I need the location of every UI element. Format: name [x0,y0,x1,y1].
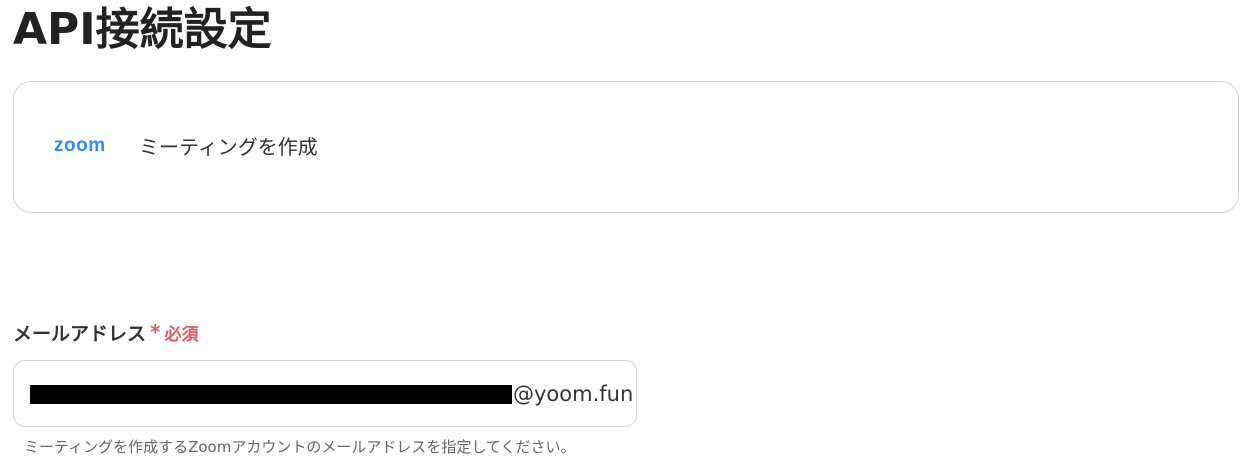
action-label: ミーティングを作成 [139,135,318,159]
page-title: API接続設定 [13,4,272,55]
email-field-value-domain: @yoom.fun [513,382,634,406]
zoom-logo-icon: zoom [54,135,106,156]
email-field-help-text: ミーティングを作成するZoomアカウントのメールアドレスを指定してください。 [24,438,576,456]
action-card: zoom ミーティングを作成 [13,81,1239,213]
redacted-text [30,385,512,404]
email-field[interactable]: @yoom.fun [13,360,637,427]
email-field-label: メールアドレス [13,322,147,345]
email-field-label-row: メールアドレス * 必須 [13,319,198,345]
required-badge: 必須 [164,324,199,345]
required-asterisk-icon: * [150,320,161,344]
